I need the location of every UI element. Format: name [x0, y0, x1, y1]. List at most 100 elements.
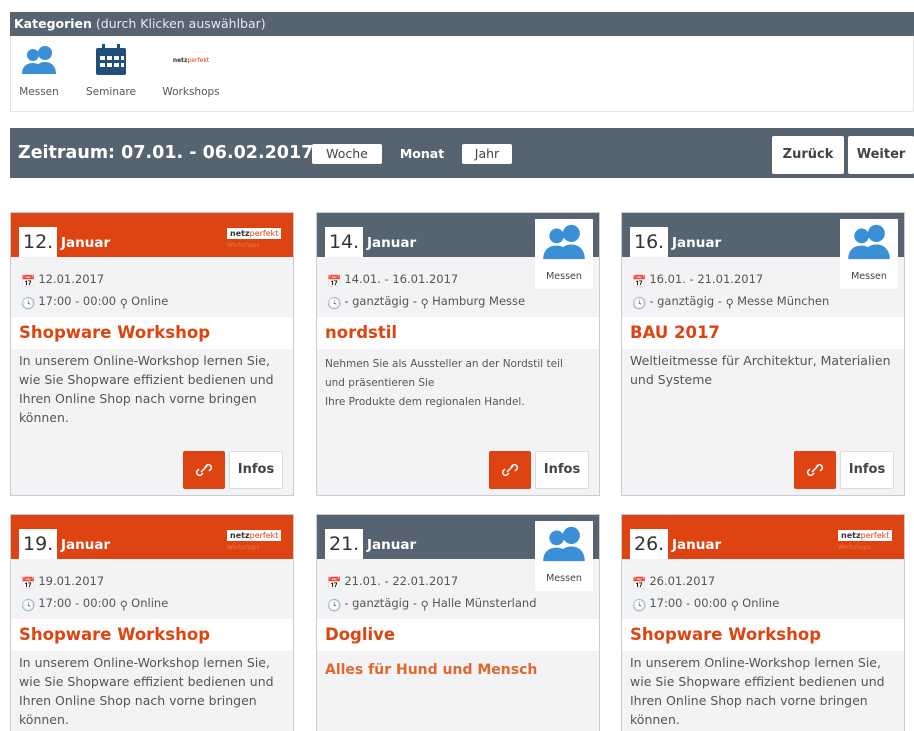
view-month-button[interactable]: Monat — [386, 144, 458, 164]
event-title: BAU 2017 — [622, 317, 904, 349]
event-meta: 📅 19.01.2017 🕓 17:00 - 00:00 ⚲ Online — [21, 571, 168, 615]
view-year-button[interactable]: Jahr — [462, 144, 512, 164]
event-month: Januar — [367, 235, 417, 251]
calendar-icon: 📅 — [632, 274, 647, 288]
back-button[interactable]: Zurück — [772, 136, 844, 174]
category-workshops[interactable]: netzperfekt Workshops — [155, 40, 227, 99]
location-pin-icon: ⚲ — [420, 296, 430, 310]
category-badge: Messen — [535, 219, 593, 289]
event-month: Januar — [61, 235, 111, 251]
event-meta: 📅 16.01. - 21.01.2017 🕓 - ganztägig - ⚲ Mes… — [632, 269, 829, 313]
categories-title: Kategorien — [14, 16, 92, 31]
event-time: 17:00 - 00:00 — [649, 596, 728, 610]
category-seminare[interactable]: Seminare — [79, 40, 143, 98]
calendar-icon — [79, 40, 143, 80]
event-month: Januar — [672, 537, 722, 553]
category-badge: Messen — [840, 219, 898, 289]
event-month: Januar — [672, 235, 722, 251]
event-date: 12.01.2017 — [38, 272, 105, 286]
view-week-button[interactable]: Woche — [312, 144, 382, 164]
event-description: Nehmen Sie als Aussteller an der Nordsti… — [325, 358, 563, 408]
event-date: 26.01.2017 — [649, 574, 716, 588]
category-label: Seminare — [86, 86, 136, 98]
netzperfekt-logo: netzperfekt Workshops — [838, 523, 896, 553]
event-location: Online — [131, 596, 169, 610]
clock-icon: 🕓 — [632, 598, 647, 612]
category-filter-bar: Messen Seminare netzperfekt Workshops — [10, 36, 914, 112]
event-month: Januar — [61, 537, 111, 553]
event-date: 16.01. - 21.01.2017 — [649, 272, 764, 286]
clock-icon: 🕓 — [632, 296, 647, 310]
categories-hint: (durch Klicken auswählbar) — [95, 16, 266, 31]
event-infos-button[interactable]: Infos — [535, 451, 589, 489]
event-date: 19.01.2017 — [38, 574, 105, 588]
event-title: Shopware Workshop — [11, 619, 293, 651]
location-pin-icon: ⚲ — [119, 598, 129, 612]
event-title: Shopware Workshop — [622, 619, 904, 651]
event-time: 17:00 - 00:00 — [38, 596, 117, 610]
category-badge: Messen — [535, 521, 593, 591]
event-time: - ganztägig - — [344, 596, 417, 610]
event-location: Online — [131, 294, 169, 308]
location-pin-icon: ⚲ — [725, 296, 735, 310]
category-messen[interactable]: Messen — [17, 40, 61, 98]
period-toolbar: Zeitraum: 07.01. - 06.02.2017 Woche Mona… — [10, 128, 914, 178]
event-location: Online — [742, 596, 780, 610]
event-day: 21. — [325, 529, 364, 559]
clock-icon: 🕓 — [21, 598, 36, 612]
event-date: 21.01. - 22.01.2017 — [344, 574, 459, 588]
event-link-button[interactable] — [183, 451, 225, 489]
event-card[interactable]: 26. Januar netzperfekt Workshops 📅 26.01.… — [621, 514, 905, 731]
category-label: Messen — [19, 86, 59, 98]
event-description: Weltleitmesse für Architektur, Materiali… — [630, 353, 891, 387]
period-title: Zeitraum: 07.01. - 06.02.2017 — [18, 143, 314, 163]
netzperfekt-logo: netzperfekt Workshops — [227, 523, 285, 553]
event-infos-button[interactable]: Infos — [840, 451, 894, 489]
location-pin-icon: ⚲ — [420, 598, 430, 612]
event-meta: 📅 26.01.2017 🕓 17:00 - 00:00 ⚲ Online — [632, 571, 779, 615]
calendar-icon: 📅 — [21, 274, 36, 288]
event-time: 17:00 - 00:00 — [38, 294, 117, 308]
link-icon — [195, 463, 213, 477]
clock-icon: 🕓 — [327, 296, 342, 310]
calendar-icon: 📅 — [327, 274, 342, 288]
link-icon — [806, 463, 824, 477]
clock-icon: 🕓 — [327, 598, 342, 612]
event-card[interactable]: 12. Januar netzperfekt Workshops 📅 12.01.… — [10, 212, 294, 496]
event-time: - ganztägig - — [649, 294, 722, 308]
event-day: 26. — [630, 529, 669, 559]
people-icon — [848, 224, 890, 260]
event-description: In unserem Online-Workshop lernen Sie, w… — [630, 655, 885, 727]
event-link-button[interactable] — [489, 451, 531, 489]
event-card[interactable]: 19. Januar netzperfekt Workshops 📅 19.01.… — [10, 514, 294, 731]
location-pin-icon: ⚲ — [119, 296, 129, 310]
location-pin-icon: ⚲ — [730, 598, 740, 612]
event-card[interactable]: 14. Januar Messen 📅 14.01. - 16.01.2017 🕓… — [316, 212, 600, 496]
event-title: Doglive — [317, 619, 599, 651]
event-card[interactable]: 16. Januar Messen 📅 16.01. - 21.01.2017 🕓… — [621, 212, 905, 496]
event-meta: 📅 21.01. - 22.01.2017 🕓 - ganztägig - ⚲ Hal… — [327, 571, 537, 615]
category-label: Workshops — [162, 86, 220, 98]
categories-header: Kategorien (durch Klicken auswählbar) — [10, 12, 914, 36]
event-day: 14. — [325, 227, 364, 257]
event-meta: 📅 12.01.2017 🕓 17:00 - 00:00 ⚲ Online — [21, 269, 168, 313]
event-location: Messe München — [737, 294, 830, 308]
event-title: nordstil — [317, 317, 599, 349]
calendar-icon: 📅 — [632, 576, 647, 590]
event-day: 19. — [19, 529, 58, 559]
event-date: 14.01. - 16.01.2017 — [344, 272, 459, 286]
calendar-icon: 📅 — [21, 576, 36, 590]
people-icon — [543, 526, 585, 562]
event-location: Halle Münsterland — [432, 596, 537, 610]
event-link-button[interactable] — [794, 451, 836, 489]
link-icon — [501, 463, 519, 477]
event-location: Hamburg Messe — [432, 294, 526, 308]
event-day: 16. — [630, 227, 669, 257]
next-button[interactable]: Weiter — [848, 136, 914, 174]
event-infos-button[interactable]: Infos — [229, 451, 283, 489]
event-description: In unserem Online-Workshop lernen Sie, w… — [19, 655, 274, 727]
people-icon — [17, 40, 61, 80]
event-month: Januar — [367, 537, 417, 553]
event-card[interactable]: 21. Januar Messen 📅 21.01. - 22.01.2017 🕓… — [316, 514, 600, 731]
clock-icon: 🕓 — [21, 296, 36, 310]
